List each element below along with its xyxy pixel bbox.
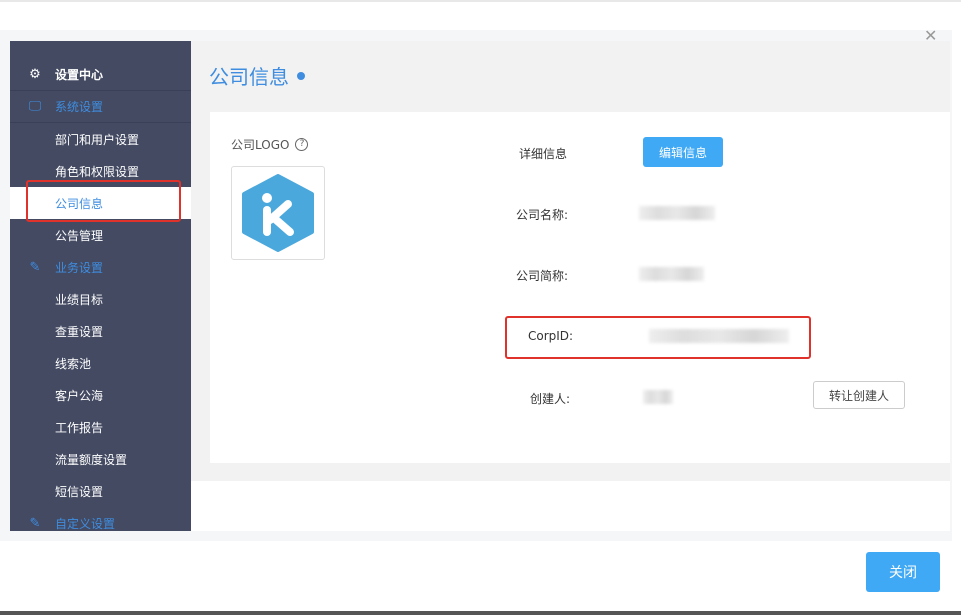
sidebar-group-custom[interactable]: ✎ 自定义设置 [10, 507, 191, 531]
company-name-value-redacted [639, 206, 715, 220]
page-title: 公司信息 [209, 61, 305, 90]
logo-k-icon [242, 174, 314, 252]
window-bottom-border [0, 611, 961, 615]
sidebar-header: ⚙ 设置中心 [10, 59, 191, 91]
short-name-value-redacted [639, 267, 704, 281]
sidebar-item-traffic-quota[interactable]: 流量额度设置 [10, 443, 191, 475]
sidebar-item-performance-goals[interactable]: 业绩目标 [10, 283, 191, 315]
sidebar-group-business[interactable]: ✎ 业务设置 [10, 251, 191, 283]
company-info-card: 公司LOGO? 详细信息 编辑信息 公司名称: 公司简称: CorpID: 创建… [210, 112, 950, 463]
edit-info-button[interactable]: 编辑信息 [643, 137, 723, 167]
short-name-label: 公司简称: [516, 269, 569, 283]
detail-info-label: 详细信息 [519, 147, 568, 161]
settings-sidebar: ⚙ 设置中心 🖵 系统设置 部门和用户设置 角色和权限设置 公司信息 公告管理 ✎ 业… [10, 41, 191, 531]
creator-label: 创建人: [530, 392, 571, 406]
sidebar-item-departments-users[interactable]: 部门和用户设置 [10, 123, 191, 155]
sidebar-item-sms[interactable]: 短信设置 [10, 475, 191, 507]
info-dot-icon [297, 71, 305, 80]
sidebar-item-work-report[interactable]: 工作报告 [10, 411, 191, 443]
creator-value-redacted [643, 390, 673, 404]
gear-icon: ⚙ [29, 67, 41, 82]
highlight-box-corpid [505, 316, 811, 359]
logo-label: 公司LOGO? [231, 136, 309, 153]
main-content: 公司信息 公司LOGO? 详细信息 编辑信息 公司名称: 公司简称: CorpI… [191, 41, 950, 531]
highlight-box-company-info [26, 180, 181, 222]
edit-icon: ✎ [29, 515, 41, 531]
edit-icon: ✎ [29, 259, 41, 275]
help-icon[interactable]: ? [295, 138, 309, 151]
close-button[interactable]: 关闭 [866, 552, 940, 592]
monitor-icon: 🖵 [28, 99, 42, 114]
sidebar-item-customer-pool[interactable]: 客户公海 [10, 379, 191, 411]
company-name-label: 公司名称: [516, 208, 569, 222]
sidebar-item-duplicate-check[interactable]: 查重设置 [10, 315, 191, 347]
transfer-creator-button[interactable]: 转让创建人 [813, 381, 905, 409]
sidebar-group-system[interactable]: 🖵 系统设置 [10, 91, 191, 123]
sidebar-item-lead-pool[interactable]: 线索池 [10, 347, 191, 379]
company-logo[interactable] [231, 166, 325, 260]
sidebar-item-announcements[interactable]: 公告管理 [10, 219, 191, 251]
window-top-border [0, 0, 961, 2]
